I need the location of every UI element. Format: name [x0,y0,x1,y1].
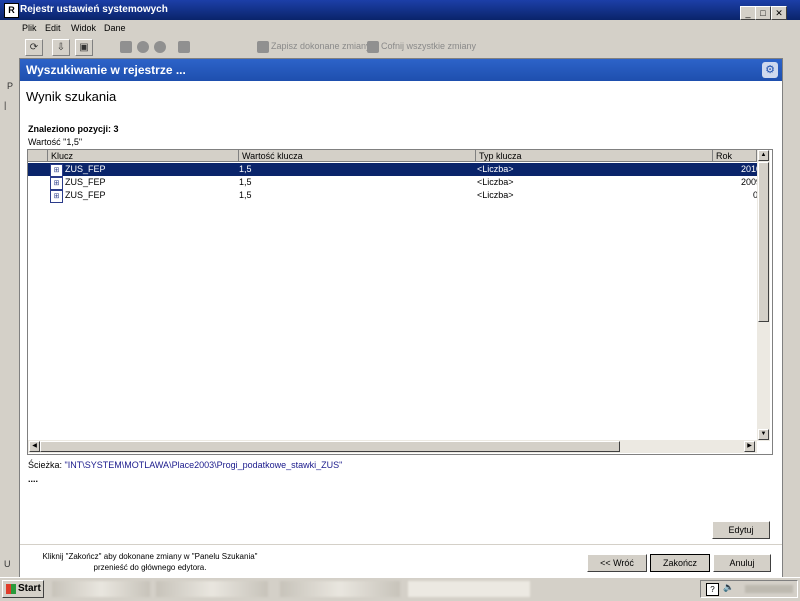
scroll-down-icon[interactable]: ▼ [758,429,769,440]
table-row[interactable]: ⊞ ZUS_FEP 1,5 <Liczba> 0 [28,189,758,203]
list-header: Klucz Wartość klucza Typ klucza Rok [28,150,757,162]
edit-button[interactable]: Edytuj [712,521,770,539]
finish-button[interactable]: Zakończ [650,554,710,572]
taskbar-item[interactable] [280,581,400,597]
cancel-button[interactable]: Anuluj [713,554,771,572]
column-header-key[interactable]: Klucz [48,150,239,162]
menu-dane[interactable]: Dane [104,23,126,33]
footer-note-line1: Kliknij "Zakończ" aby dokonane zmiany w … [42,552,258,561]
save-icon[interactable] [257,41,269,53]
undo-icon[interactable] [367,41,379,53]
dialog-header: Wyszukiwanie w rejestrze ... ⚙ [20,59,782,81]
results-list[interactable]: Klucz Wartość klucza Typ klucza Rok ⊞ ZU… [27,149,773,455]
import-icon[interactable]: ⇩ [52,39,70,56]
row-type: <Liczba> [477,190,514,200]
left-pane-letter-p: P [7,81,14,91]
taskbar-item[interactable] [52,581,150,597]
vertical-scrollbar[interactable]: ▲ ▼ [757,150,770,441]
start-button[interactable]: Start [2,580,44,598]
left-pane-bar: | [4,100,7,110]
found-count: Znaleziono pozycji: 3 [28,124,119,134]
app-title: Rejestr ustawień systemowych [20,4,168,15]
table-row[interactable]: ⊞ ZUS_FEP 1,5 <Liczba> 2009 [28,176,761,190]
search-icon[interactable] [178,41,190,53]
app-left-pane: P | U [0,58,18,577]
value-preview: .... [28,474,39,484]
maximize-icon[interactable]: □ [755,6,771,20]
help-icon[interactable]: ? [706,583,719,596]
menu-plik[interactable]: Plik [22,23,37,33]
taskbar-item[interactable] [156,581,268,597]
row-value: 1,5 [239,177,252,187]
scroll-right-icon[interactable]: ▶ [744,441,755,452]
taskbar-item-active[interactable] [408,581,530,597]
save-changes-button[interactable]: Zapisz dokonane zmiany [271,41,371,51]
row-key: ZUS_FEP [65,190,106,200]
column-header-type[interactable]: Typ klucza [476,150,713,162]
undo-all-button[interactable]: Cofnij wszystkie zmiany [381,41,476,51]
app-toolbar: ⟳ ⇩ ▣ Zapisz dokonane zmiany Cofnij wszy… [0,36,800,58]
start-label: Start [18,583,41,594]
row-type: <Liczba> [477,164,514,174]
add-key-icon[interactable] [120,41,132,53]
section-title: Wynik szukania [26,89,117,104]
back-button[interactable]: << Wróć [587,554,647,572]
vertical-scroll-thumb[interactable] [758,162,769,322]
menu-widok[interactable]: Widok [71,23,96,33]
key-path: Ścieżka: "INT\SYSTEM\MOTLAWA\Place2003\P… [28,460,342,470]
system-tray: ? 🔈 [700,580,798,598]
registry-key-icon: ⊞ [50,190,63,203]
taskbar: Start ? 🔈 [0,577,800,601]
column-header-year[interactable]: Rok [713,150,757,162]
row-type: <Liczba> [477,177,514,187]
row-value: 1,5 [239,164,252,174]
search-dialog: Wyszukiwanie w rejestrze ... ⚙ Wynik szu… [19,58,783,579]
dialog-footer: Kliknij "Zakończ" aby dokonane zmiany w … [20,544,782,579]
menu-bar: Plik Edit Widok Dane [0,20,800,36]
row-key: ZUS_FEP [65,177,106,187]
left-pane-letter-u: U [4,559,11,569]
horizontal-scroll-thumb[interactable] [40,441,620,452]
wizard-icon: ⚙ [762,62,778,78]
scroll-up-icon[interactable]: ▲ [758,150,769,161]
search-value-label: Wartość "1,5" [28,137,83,147]
key-path-value: "INT\SYSTEM\MOTLAWA\Place2003\Progi_poda… [64,460,343,470]
key-path-label: Ścieżka: [28,460,63,470]
horizontal-scrollbar[interactable]: ◀ ▶ [28,440,757,453]
column-spacer [28,150,48,162]
footer-note-line2: przenieść do głównego edytora. [93,563,207,572]
export-icon[interactable]: ▣ [75,39,93,56]
column-header-value[interactable]: Wartość klucza [239,150,476,162]
app-title-bar[interactable]: R Rejestr ustawień systemowych _ □ ✕ [0,0,800,20]
row-key: ZUS_FEP [65,164,106,174]
dialog-title: Wyszukiwanie w rejestrze ... [26,63,186,77]
close-icon[interactable]: ✕ [771,6,787,20]
delete-key-icon[interactable] [137,41,149,53]
row-value: 1,5 [239,190,252,200]
windows-logo-icon [6,584,16,594]
volume-icon[interactable]: 🔈 [723,582,734,593]
table-row[interactable]: ⊞ ZUS_FEP 1,5 <Liczba> 2010 [28,163,761,177]
scroll-left-icon[interactable]: ◀ [29,441,40,452]
app-system-icon[interactable]: R [4,3,19,18]
refresh-icon[interactable]: ⟳ [25,39,43,56]
minimize-icon[interactable]: _ [740,6,756,20]
clock[interactable] [745,585,793,593]
menu-edit[interactable]: Edit [45,23,61,33]
footer-note: Kliknij "Zakończ" aby dokonane zmiany w … [30,551,270,573]
settings-icon[interactable] [154,41,166,53]
